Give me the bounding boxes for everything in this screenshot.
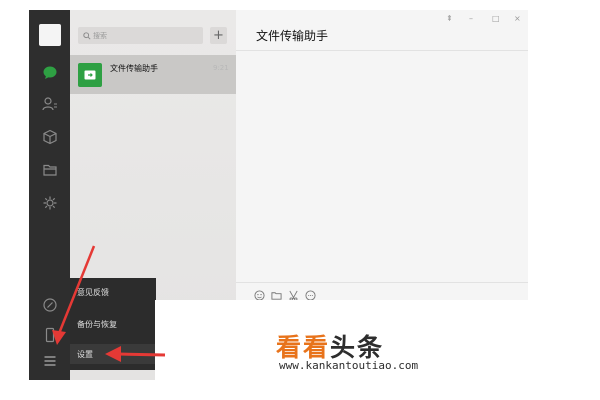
watermark-url: www.kankantoutiao.com [279, 359, 419, 372]
red-arrow-diagonal-head [52, 330, 66, 345]
red-arrow-horizontal-head [105, 346, 121, 362]
red-arrow-diagonal [56, 245, 96, 337]
watermark-text-orange: 看看 [276, 333, 331, 362]
red-arrow-horizontal [117, 352, 166, 357]
watermark-text-black: 头条 [330, 333, 385, 362]
